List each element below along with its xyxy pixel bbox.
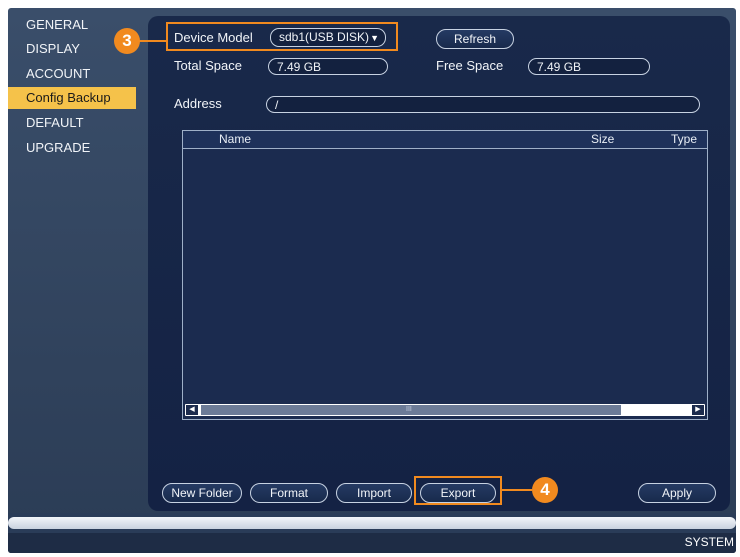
step-4-connector bbox=[502, 489, 532, 491]
free-space-field: 7.49 GB bbox=[528, 58, 650, 75]
export-highlight bbox=[414, 476, 502, 505]
address-field[interactable]: / bbox=[266, 96, 700, 113]
device-model-highlight bbox=[166, 22, 398, 51]
address-label: Address bbox=[174, 96, 222, 111]
bottom-bar: SYSTEM bbox=[8, 513, 736, 553]
table-header: Name Size Type bbox=[183, 131, 707, 149]
apply-button[interactable]: Apply bbox=[638, 483, 716, 503]
format-button[interactable]: Format bbox=[250, 483, 328, 503]
sidebar-item-account[interactable]: ACCOUNT bbox=[8, 63, 136, 85]
status-strip bbox=[8, 517, 736, 529]
sidebar-item-upgrade[interactable]: UPGRADE bbox=[8, 137, 136, 159]
file-table[interactable]: Name Size Type ◀ III ▶ bbox=[182, 130, 708, 420]
step-3-connector bbox=[139, 40, 166, 42]
sidebar-item-default[interactable]: DEFAULT bbox=[8, 112, 136, 134]
column-header-type[interactable]: Type bbox=[671, 131, 697, 148]
free-space-label: Free Space bbox=[436, 58, 504, 73]
column-header-size[interactable]: Size bbox=[591, 131, 614, 148]
total-space-field: 7.49 GB bbox=[268, 58, 388, 75]
scroll-thumb[interactable]: III bbox=[201, 405, 621, 415]
column-header-name[interactable]: Name bbox=[219, 131, 251, 148]
footer-system-label: SYSTEM bbox=[684, 535, 734, 549]
import-button[interactable]: Import bbox=[336, 483, 412, 503]
sidebar-item-config-backup[interactable]: Config Backup bbox=[8, 87, 136, 109]
config-backup-panel: Device Model sdb1(USB DISK) ▼ Refresh To… bbox=[148, 16, 730, 511]
total-space-label: Total Space bbox=[174, 58, 242, 73]
arrow-left-icon[interactable]: ◀ bbox=[186, 405, 198, 415]
sidebar: GENERAL DISPLAY ACCOUNT Config Backup DE… bbox=[8, 8, 140, 513]
horizontal-scrollbar[interactable]: ◀ III ▶ bbox=[185, 404, 705, 416]
footer-bar bbox=[8, 533, 736, 553]
new-folder-button[interactable]: New Folder bbox=[162, 483, 242, 503]
step-3-callout: 3 bbox=[114, 28, 140, 54]
scroll-grip: III bbox=[406, 406, 412, 413]
arrow-right-icon[interactable]: ▶ bbox=[692, 405, 704, 415]
app-screen: GENERAL DISPLAY ACCOUNT Config Backup DE… bbox=[8, 8, 736, 553]
step-4-callout: 4 bbox=[532, 477, 558, 503]
refresh-button[interactable]: Refresh bbox=[436, 29, 514, 49]
